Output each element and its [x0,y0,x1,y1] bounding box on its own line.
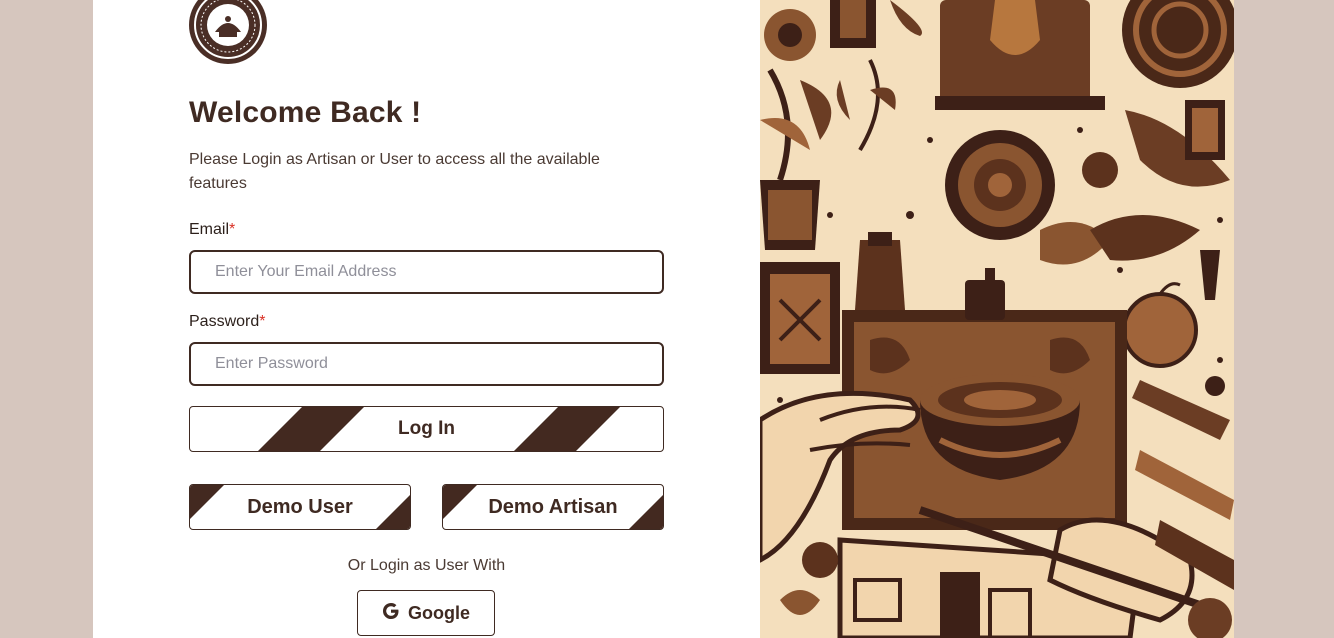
email-label-text: Email [189,221,230,238]
email-field[interactable] [189,250,664,294]
demo-user-button-label: Demo User [247,495,353,518]
login-card: Welcome Back ! Please Login as Artisan o… [93,0,1234,638]
email-label: Email* [189,221,235,239]
page-subtitle: Please Login as Artisan or User to acces… [189,151,600,192]
login-form-panel: Welcome Back ! Please Login as Artisan o… [93,0,760,638]
demo-user-corner-accent [190,485,224,519]
demo-user-corner-accent [376,495,410,529]
demo-artisan-button-label: Demo Artisan [488,495,618,518]
demo-artisan-corner-accent [443,485,477,519]
alternate-login-text: Or Login as User With [347,557,506,574]
password-label: Password* [189,313,265,331]
login-button-label: Log In [398,418,455,439]
artisan-crafts-illustration [760,0,1234,638]
demo-artisan-button[interactable]: Demo Artisan [442,484,664,530]
password-required-mark: * [259,313,266,330]
page-title: Welcome Back ! [189,96,422,129]
demo-artisan-corner-accent [629,495,663,529]
emblem-logo-icon [189,0,267,64]
email-required-mark: * [229,221,236,238]
google-login-button-label: Google [408,602,470,623]
demo-user-button[interactable]: Demo User [189,484,411,530]
login-button[interactable]: Log In [189,406,664,452]
google-g-icon [382,602,400,625]
google-login-button[interactable]: Google [357,590,495,636]
password-field[interactable] [189,342,664,386]
login-button-stripe [258,407,364,451]
password-label-text: Password [189,313,260,330]
login-button-stripe [514,407,620,451]
